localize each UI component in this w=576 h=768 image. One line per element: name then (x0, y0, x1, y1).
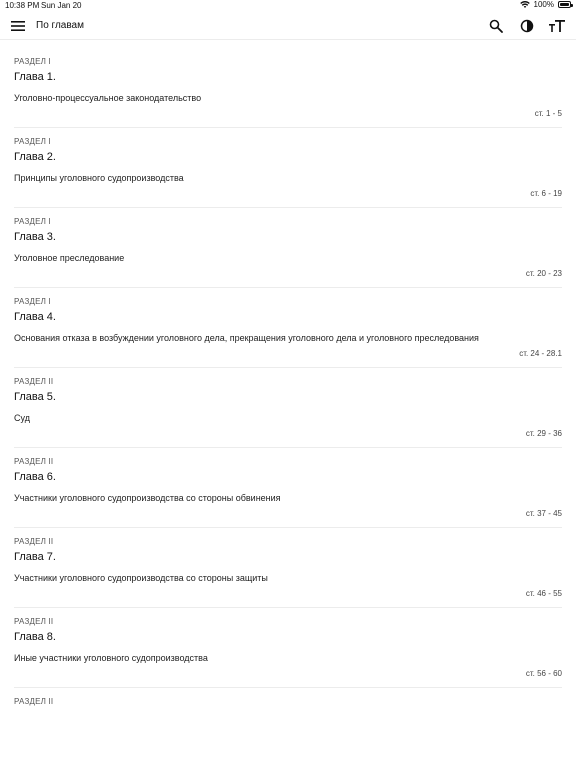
chapter-article-range: ст. 46 - 55 (525, 589, 562, 598)
hamburger-icon (11, 21, 25, 31)
status-date: Sun Jan 20 (41, 1, 82, 10)
chapter-item[interactable]: РАЗДЕЛ II Глава 8. Иные участники уголов… (14, 608, 562, 688)
page-title: По главам (36, 20, 84, 31)
chapter-section: РАЗДЕЛ II (14, 457, 54, 466)
chapter-section: РАЗДЕЛ I (14, 57, 51, 66)
chapter-article-range: ст. 6 - 19 (530, 189, 562, 198)
contrast-button[interactable] (517, 16, 537, 36)
status-bar: 10:38 PM Sun Jan 20 100% (0, 0, 576, 12)
text-size-icon (549, 20, 565, 32)
chapter-section: РАЗДЕЛ II (14, 537, 54, 546)
chapter-section: РАЗДЕЛ I (14, 137, 51, 146)
status-time: 10:38 PM (5, 1, 40, 10)
chapter-article-range: ст. 1 - 5 (534, 109, 562, 118)
chapter-item[interactable]: РАЗДЕЛ II (14, 688, 562, 768)
chapter-title: Суд (14, 413, 30, 423)
chapter-article-range: ст. 29 - 36 (525, 429, 562, 438)
chapter-section: РАЗДЕЛ II (14, 697, 54, 706)
chapter-title: Уголовное преследование (14, 253, 125, 263)
battery-percent: 100% (533, 0, 554, 9)
chapter-title: Участники уголовного судопроизводства со… (14, 493, 281, 503)
chapter-number: Глава 2. (14, 151, 56, 163)
chapter-item[interactable]: РАЗДЕЛ II Глава 7. Участники уголовного … (14, 528, 562, 608)
chapter-item[interactable]: РАЗДЕЛ I Глава 4. Основания отказа в воз… (14, 288, 562, 368)
chapter-item[interactable]: РАЗДЕЛ II Глава 5. Суд ст. 29 - 36 (14, 368, 562, 448)
chapter-article-range: ст. 24 - 28.1 (519, 349, 562, 358)
wifi-icon (519, 0, 530, 8)
chapter-item[interactable]: РАЗДЕЛ I Глава 2. Принципы уголовного су… (14, 128, 562, 208)
chapter-number: Глава 1. (14, 71, 56, 83)
chapter-number: Глава 7. (14, 551, 56, 563)
contrast-icon (520, 19, 534, 33)
chapter-article-range: ст. 37 - 45 (525, 509, 562, 518)
chapter-section: РАЗДЕЛ II (14, 377, 54, 386)
chapter-number: Глава 5. (14, 391, 56, 403)
text-size-button[interactable] (547, 16, 567, 36)
chapter-title: Уголовно-процессуальное законодательство (14, 93, 202, 103)
chapter-item[interactable]: РАЗДЕЛ II Глава 6. Участники уголовного … (14, 448, 562, 528)
chapter-section: РАЗДЕЛ I (14, 297, 51, 306)
chapter-number: Глава 3. (14, 231, 56, 243)
menu-button[interactable] (8, 16, 28, 36)
chapter-title: Участники уголовного судопроизводства со… (14, 573, 268, 583)
chapter-section: РАЗДЕЛ II (14, 617, 54, 626)
chapter-number: Глава 4. (14, 311, 56, 323)
chapter-section: РАЗДЕЛ I (14, 217, 51, 226)
chapter-title: Основания отказа в возбуждении уголовног… (14, 333, 479, 343)
chapter-number: Глава 6. (14, 471, 56, 483)
battery-icon (558, 1, 573, 8)
chapter-title: Принципы уголовного судопроизводства (14, 173, 184, 183)
chapter-item[interactable]: РАЗДЕЛ I Глава 3. Уголовное преследовани… (14, 208, 562, 288)
chapter-article-range: ст. 56 - 60 (525, 669, 562, 678)
chapter-list: РАЗДЕЛ I Глава 1. Уголовно-процессуально… (0, 48, 576, 768)
chapter-title: Иные участники уголовного судопроизводст… (14, 653, 208, 663)
search-icon (489, 19, 503, 33)
app-bar: По главам (0, 12, 576, 40)
chapter-article-range: ст. 20 - 23 (525, 269, 562, 278)
chapter-item[interactable]: РАЗДЕЛ I Глава 1. Уголовно-процессуально… (14, 48, 562, 128)
chapter-number: Глава 8. (14, 631, 56, 643)
status-right: 100% (519, 0, 573, 9)
search-button[interactable] (486, 16, 506, 36)
